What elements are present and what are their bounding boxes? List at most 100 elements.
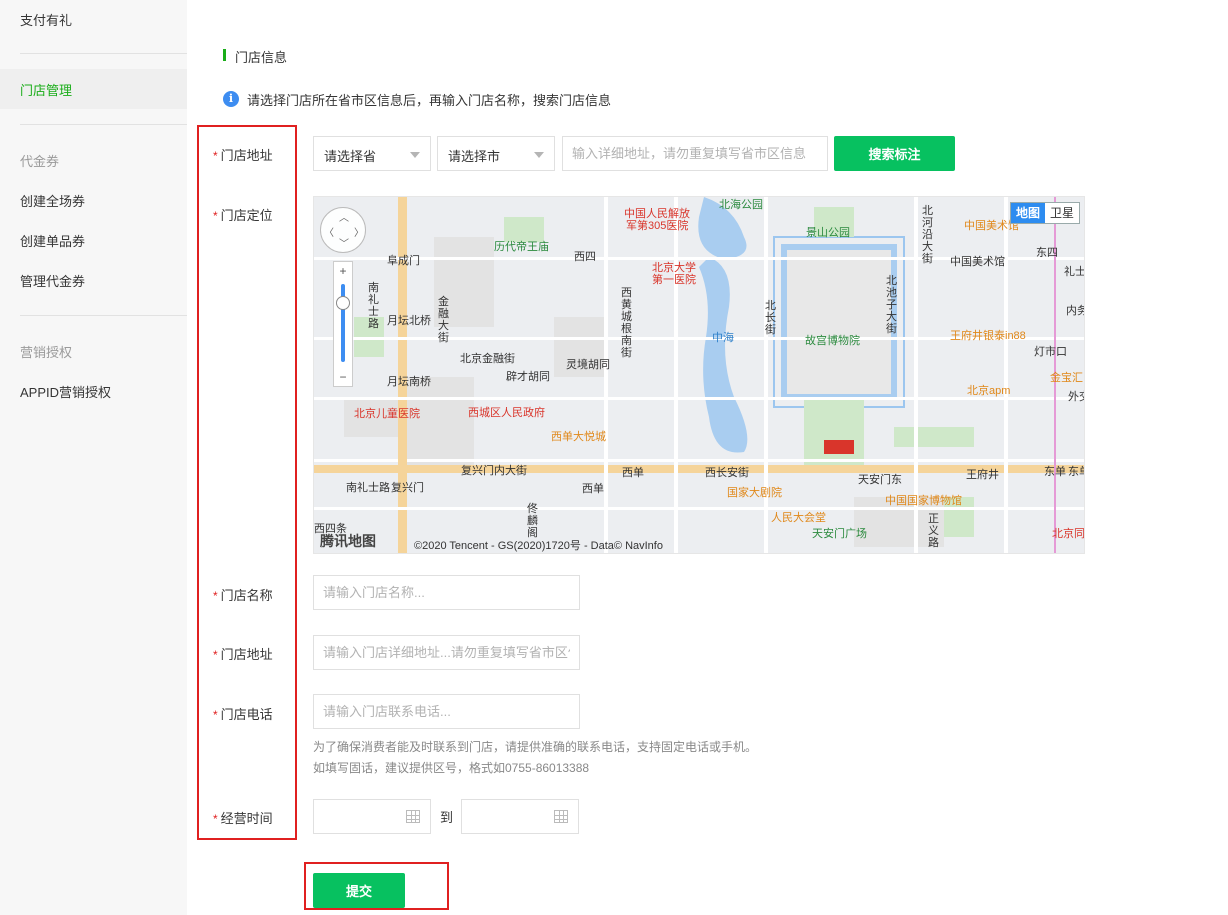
map-label: 月坛南桥 — [387, 376, 431, 388]
chevron-down-icon — [534, 152, 544, 158]
sidebar: 支付有礼 门店管理 代金券 创建全场券 创建单品券 管理代金券 营销授权 APP… — [0, 0, 187, 915]
map-label: 西单 — [622, 467, 644, 479]
sidebar-item-manage-coupons[interactable]: 管理代金券 — [20, 271, 85, 290]
pan-right-icon[interactable]: 〉 — [354, 224, 364, 239]
map-label: 东单 — [1044, 466, 1066, 478]
map-label: 中海 — [712, 332, 734, 344]
map-copyright: ©2020 Tencent - GS(2020)1720号 - Data© Na… — [414, 540, 663, 552]
map-label: 景山公园 — [806, 227, 850, 239]
phone-hint: 如填写固话，建议提供区号，格式如0755-86013388 — [313, 761, 590, 775]
pan-left-icon[interactable]: 〈 — [324, 224, 334, 239]
map-label: 中国美术馆 — [950, 256, 1005, 268]
map-label: 故宫博物院 — [805, 335, 860, 347]
pan-down-icon[interactable]: ﹀ — [339, 235, 349, 250]
submit-button[interactable]: 提交 — [313, 873, 405, 908]
sidebar-item-create-store-coupon[interactable]: 创建全场券 — [20, 191, 85, 210]
map-label: 西四 — [574, 251, 596, 263]
map-label: 复兴门内大街 — [461, 465, 527, 477]
map-street-label: 北河沿大街 — [922, 205, 933, 265]
sidebar-divider — [20, 53, 187, 54]
map-zoom-control: + − — [333, 261, 353, 387]
province-select[interactable]: 请选择省 — [313, 136, 431, 171]
map-street-label: 正义路 — [928, 513, 939, 549]
map-label: 第一医院 — [652, 274, 696, 286]
sidebar-item-pay-gift[interactable]: 支付有礼 — [20, 10, 72, 29]
map-label: 天安门广场 — [812, 528, 867, 540]
store-phone-label: * 门店电话 — [213, 707, 273, 722]
business-hours-label: * 经营时间 — [213, 811, 273, 826]
sidebar-category-coupons: 代金券 — [20, 154, 60, 169]
map-label: 中国国家博物馆 — [885, 495, 962, 507]
map-type-satellite-tab[interactable]: 卫星 — [1045, 203, 1079, 223]
section-title: 门店信息 — [235, 50, 288, 65]
map-label: 东单 — [1068, 466, 1084, 478]
sidebar-item-appid-auth[interactable]: APPID营销授权 — [20, 382, 111, 401]
map-label: 军第305医院 — [626, 220, 689, 232]
map-label: 国家大剧院 — [727, 487, 782, 499]
map-pan-control[interactable]: ︿ 〈 〉 ﹀ — [320, 207, 366, 253]
map-label: 外交 — [1068, 391, 1084, 403]
map-label: 西单大悦城 — [551, 431, 606, 443]
zoom-in-icon[interactable]: + — [334, 264, 352, 278]
calendar-icon[interactable] — [406, 810, 420, 823]
map-label: 北京apm — [967, 385, 1011, 397]
start-time-input[interactable] — [313, 799, 431, 834]
map-label: 礼士 — [1064, 266, 1085, 278]
zoom-slider-thumb[interactable] — [336, 296, 350, 310]
store-address-input[interactable] — [313, 635, 580, 670]
map-street-label: 西黄城根南街 — [621, 287, 632, 359]
map-label: 王府井 — [966, 469, 999, 481]
map-street-label: 佟麟阁 — [527, 503, 538, 539]
map-type-map-tab[interactable]: 地图 — [1010, 203, 1045, 223]
map-street-label: 金融大街 — [438, 296, 449, 344]
map-label: 内务 — [1066, 305, 1084, 317]
map-label: 北海公园 — [719, 199, 763, 211]
map-label: 天安门东 — [858, 474, 902, 486]
map-street-label: 北池子大街 — [886, 275, 897, 335]
to-text: 到 — [440, 810, 454, 825]
sidebar-divider — [20, 124, 187, 125]
search-mark-button[interactable]: 搜索标注 — [834, 136, 955, 171]
store-name-label: * 门店名称 — [213, 588, 273, 603]
section-accent-bar — [223, 49, 226, 61]
map-label: 北京同 — [1052, 528, 1085, 540]
sidebar-category-marketing-auth: 营销授权 — [20, 345, 73, 360]
map-label: 金宝汇 — [1050, 372, 1083, 384]
map-label: 复兴门 — [391, 482, 424, 494]
map-label: 历代帝王庙 — [494, 241, 549, 253]
map-type-switch: 地图 卫星 — [1009, 202, 1080, 224]
map-label: 人民大会堂 — [771, 512, 826, 524]
zoom-out-icon[interactable]: − — [334, 370, 352, 384]
map-label: 南礼士路 — [346, 482, 390, 494]
address-label: * 门店地址 — [213, 148, 273, 163]
map-label: 西城区人民政府 — [468, 407, 545, 419]
pan-up-icon[interactable]: ︿ — [339, 209, 349, 224]
info-icon: i — [223, 91, 239, 107]
calendar-icon[interactable] — [554, 810, 568, 823]
store-phone-input[interactable] — [313, 694, 580, 729]
map-label: 王府井银泰in88 — [950, 330, 1026, 342]
chevron-down-icon — [410, 152, 420, 158]
map-label: 灯市口 — [1034, 346, 1067, 358]
map-logo: 腾讯地图 — [320, 533, 376, 549]
sidebar-item-store-management[interactable]: 门店管理 — [20, 80, 72, 99]
store-name-input[interactable] — [313, 575, 580, 610]
map-label: 西长安街 — [705, 467, 749, 479]
map-label: 北京儿童医院 — [354, 408, 420, 420]
map-view[interactable]: 北海公园 中国人民解放 军第305医院 景山公园 中国美术馆 中国美术馆 历代帝… — [313, 196, 1085, 554]
map-street-label: 北长街 — [765, 300, 776, 336]
sidebar-divider — [20, 315, 187, 316]
sidebar-item-create-product-coupon[interactable]: 创建单品券 — [20, 231, 85, 250]
city-select[interactable]: 请选择市 — [437, 136, 555, 171]
phone-hint: 为了确保消费者能及时联系到门店，请提供准确的联系电话，支持固定电话或手机。 — [313, 740, 758, 754]
location-label: * 门店定位 — [213, 208, 273, 223]
map-label: 阜成门 — [387, 255, 420, 267]
map-label: 月坛北桥 — [387, 315, 431, 327]
map-label: 辟才胡同 — [506, 371, 550, 383]
detail-address-input[interactable] — [562, 136, 828, 171]
store-address-label: * 门店地址 — [213, 647, 273, 662]
end-time-input[interactable] — [461, 799, 579, 834]
map-label: 东四 — [1036, 247, 1058, 259]
info-text: 请选择门店所在省市区信息后，再输入门店名称，搜索门店信息 — [247, 93, 612, 108]
map-label: 灵境胡同 — [566, 359, 610, 371]
